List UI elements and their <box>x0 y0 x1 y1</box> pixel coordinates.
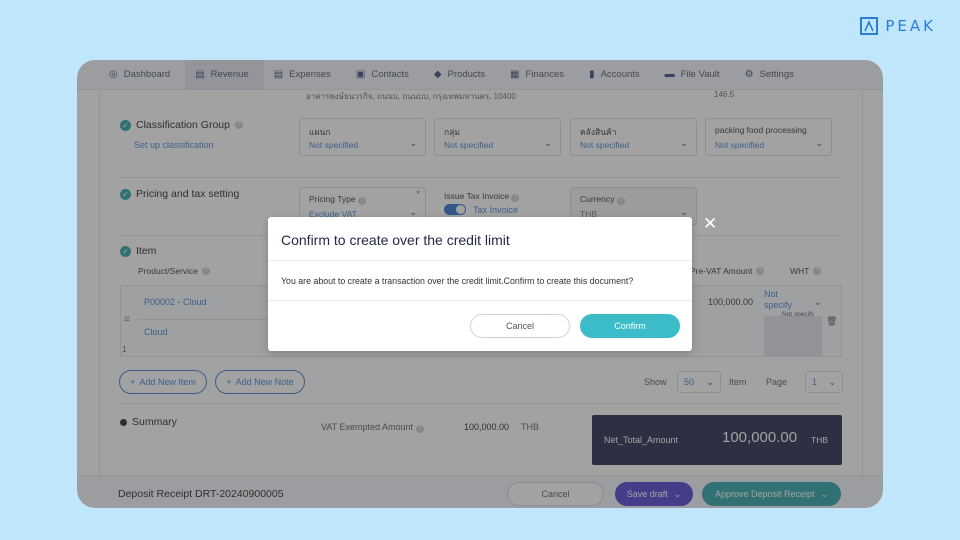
peak-logo-icon <box>860 17 879 35</box>
dialog-confirm-button[interactable]: Confirm <box>580 314 680 338</box>
button-label: Cancel <box>505 321 534 331</box>
dialog-cancel-button[interactable]: Cancel <box>470 314 570 338</box>
credit-limit-dialog: Confirm to create over the credit limit … <box>268 217 692 351</box>
brand-name: PEAK <box>885 17 936 35</box>
divider <box>268 260 692 261</box>
close-icon[interactable]: ✕ <box>703 214 717 234</box>
divider <box>268 300 692 301</box>
button-label: Confirm <box>614 321 646 331</box>
dialog-title: Confirm to create over the credit limit <box>281 232 510 248</box>
dialog-message: You are about to create a transaction ov… <box>281 276 634 286</box>
peak-logo: PEAK <box>860 17 936 35</box>
